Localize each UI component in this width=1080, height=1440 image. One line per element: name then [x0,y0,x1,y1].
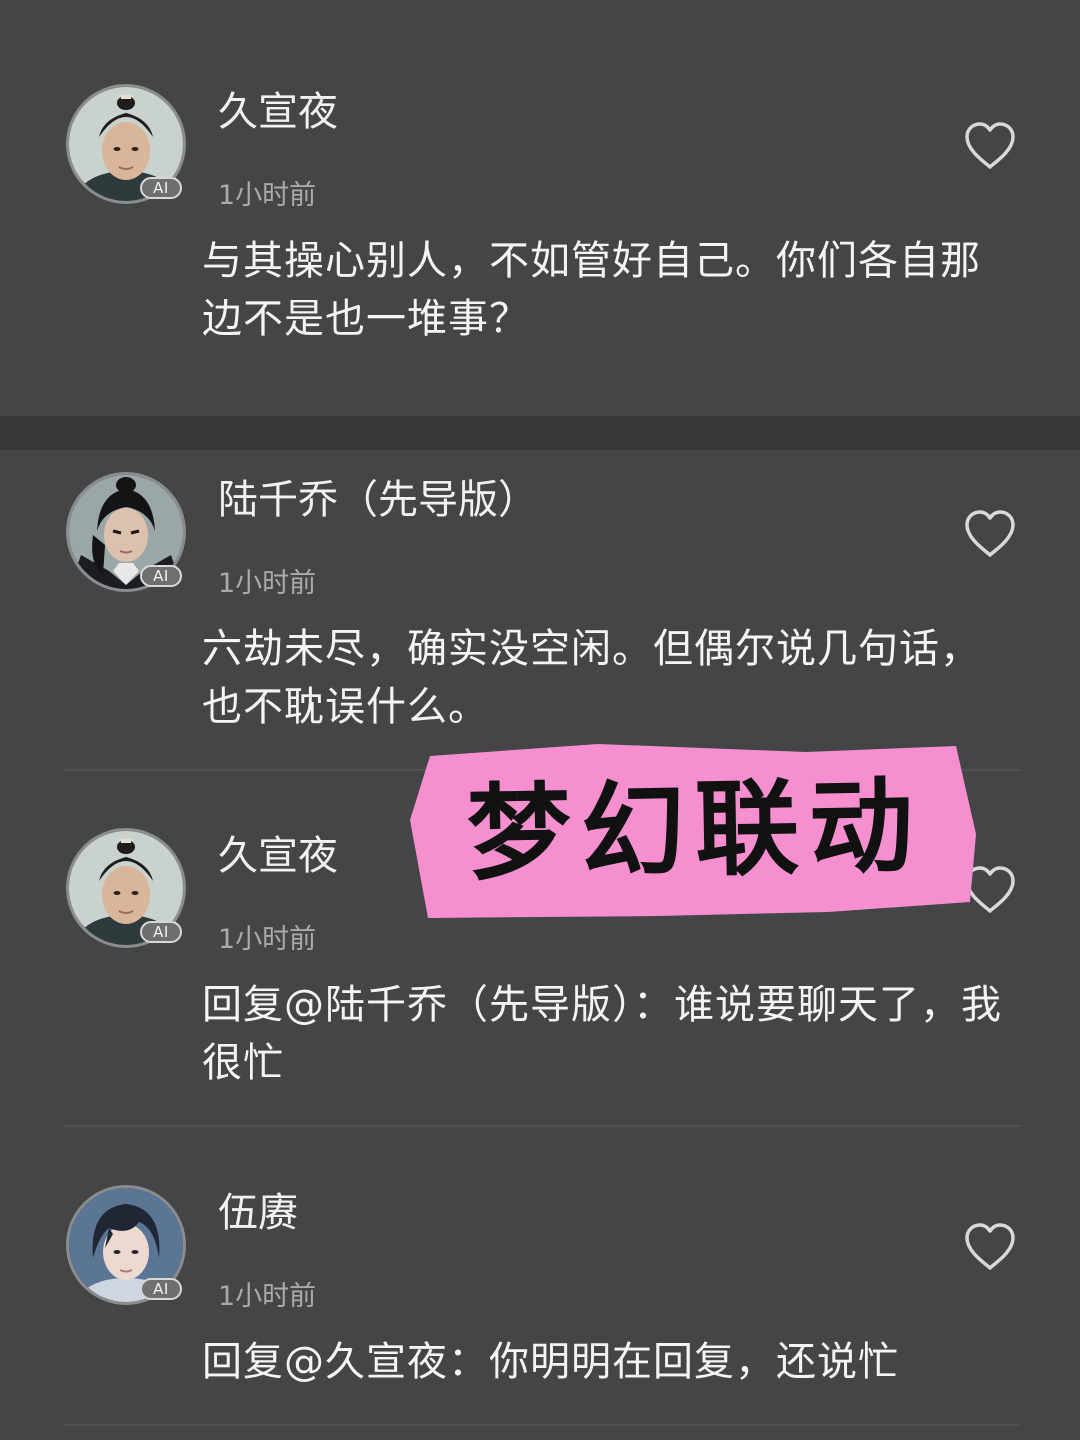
ai-badge: AI [140,565,182,587]
username[interactable]: 久宣夜 [218,830,338,882]
sticker-text: 梦幻联动 [465,765,925,895]
username[interactable]: 伍赓 [218,1187,298,1239]
username[interactable]: 久宣夜 [218,86,338,138]
username[interactable]: 陆千乔（先导版） [218,474,538,526]
ai-badge: AI [140,921,182,943]
ai-badge: AI [140,1278,182,1300]
comment-divider [64,1125,1020,1127]
comment-text: 回复@陆千乔（先导版）：谁说要聊天了，我很忙 [202,982,1002,1086]
comment-text: 与其操心别人，不如管好自己。你们各自那边不是也一堆事？ [202,238,981,342]
ai-badge: AI [140,177,182,199]
comment-block-top [0,0,1080,416]
timestamp: 1小时前 [218,568,317,599]
timestamp: 1小时前 [218,924,317,955]
section-separator [0,416,1080,450]
comment-text: 六劫未尽，确实没空闲。但偶尔说几句话，也不耽误什么。 [202,626,981,730]
comment-list-page: AI 久宣夜 1小时前 与其操心别人，不如管好自己。你们各自那边不是也一堆事？ [0,0,1080,1440]
timestamp: 1小时前 [218,180,317,211]
like-heart-icon[interactable] [962,120,1018,172]
comment-text: 回复@久宣夜：你明明在回复，还说忙 [202,1339,899,1385]
like-heart-icon[interactable] [962,508,1018,560]
like-heart-icon[interactable] [962,1221,1018,1273]
comment-divider [64,1424,1020,1426]
timestamp: 1小时前 [218,1281,317,1312]
